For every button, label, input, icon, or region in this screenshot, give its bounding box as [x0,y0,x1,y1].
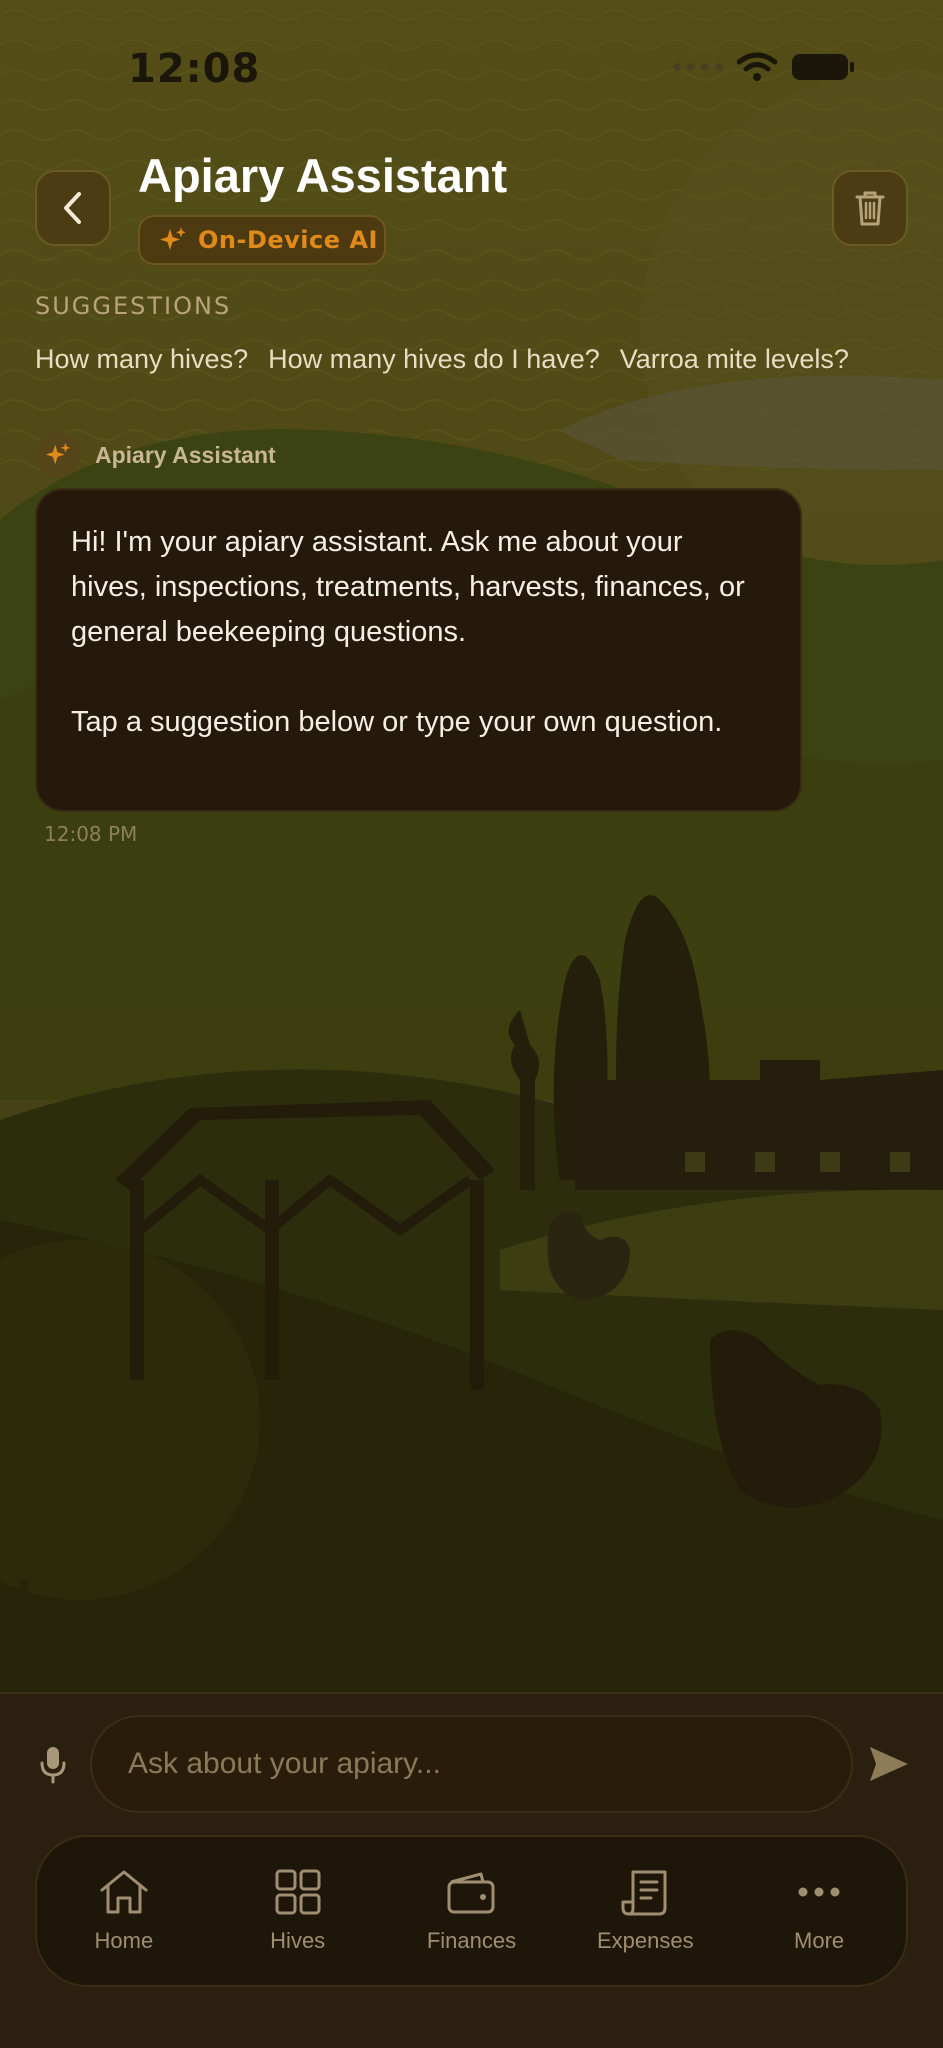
wifi-icon [737,52,777,81]
chevron-left-icon [64,192,81,224]
microphone-icon [40,1747,66,1784]
battery-icon [792,54,854,80]
tab-label: Finances [426,1928,517,1953]
tab-label: More [794,1928,845,1953]
trash-icon [855,191,885,226]
suggestions-list: How many hives? How many hives do I have… [35,344,849,375]
more-icon [798,1887,840,1897]
message-timestamp: 12:08 PM [44,822,138,846]
chat-input[interactable] [128,1747,851,1781]
suggestion-chip[interactable]: Varroa mite levels? [620,344,849,375]
receipt-icon [621,1870,667,1916]
status-icons [673,52,855,82]
message-text: Hi! I'm your apiary assistant. Ask me ab… [71,526,745,648]
tab-more[interactable]: More [744,1868,894,1954]
suggestion-chip[interactable]: How many hives? [35,344,248,375]
tab-label: Hives [270,1928,326,1953]
page-title: Apiary Assistant [138,149,508,202]
status-time: 12:08 [128,46,261,92]
tab-home[interactable]: Home [49,1868,199,1954]
home-icon [100,1870,148,1914]
status-bar: 12:08 [0,0,943,130]
message-text: Tap a suggestion below or type your own … [71,706,723,738]
badge-label: On-Device AI [198,226,378,254]
message-header: Apiary Assistant [35,432,276,478]
assistant-message-bubble: Hi! I'm your apiary assistant. Ask me ab… [35,488,802,812]
chat-input-container [90,1715,853,1813]
delete-chat-button[interactable] [832,170,908,246]
microphone-button[interactable] [38,1745,68,1789]
send-icon [870,1747,908,1781]
wallet-icon [447,1872,495,1914]
message-sender: Apiary Assistant [95,441,276,468]
signal-icon [673,63,723,71]
send-button[interactable] [868,1744,910,1788]
on-device-ai-badge: On-Device AI [138,215,386,265]
sparkles-icon [160,227,186,250]
sparkles-icon [45,442,71,465]
suggestions-heading: SUGGESTIONS [35,292,232,320]
tab-label: Home [94,1928,154,1953]
suggestion-chip[interactable]: How many hives do I have? [268,344,600,375]
back-button[interactable] [35,170,111,246]
grid-icon [275,1869,321,1915]
tab-hives[interactable]: Hives [223,1868,373,1954]
tab-expenses[interactable]: Expenses [570,1868,720,1954]
tab-label: Expenses [596,1928,694,1953]
tab-finances[interactable]: Finances [396,1868,546,1954]
tab-bar: Home Hives Finances Expenses More [35,1835,908,1987]
assistant-avatar [35,432,81,478]
